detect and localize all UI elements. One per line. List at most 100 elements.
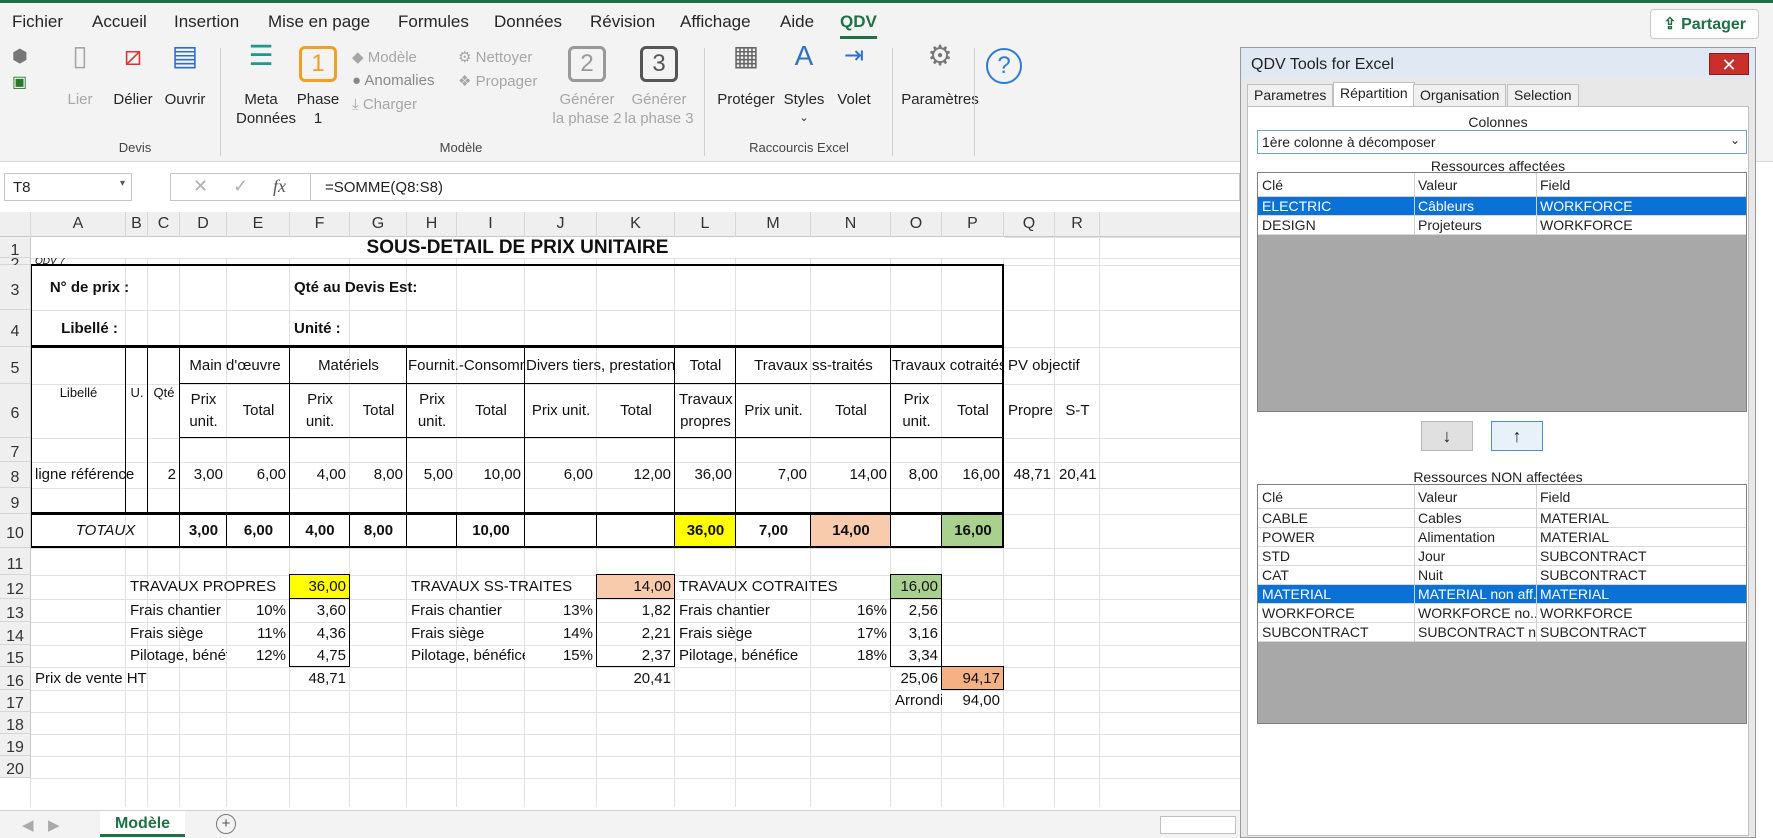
move-up-button[interactable]: ↑ <box>1491 421 1543 451</box>
column-header[interactable]: C <box>148 212 180 237</box>
meta-donnees-button[interactable]: ☰ Meta Données <box>236 42 296 128</box>
column-header[interactable]: H <box>407 212 457 237</box>
column-header[interactable]: F <box>290 212 350 237</box>
row-header[interactable]: 20 <box>0 756 31 778</box>
header-qte[interactable]: Qté <box>148 347 180 438</box>
column-header[interactable]: K <box>597 212 675 237</box>
menu-aide[interactable]: Aide <box>780 12 814 32</box>
menu-formules[interactable]: Formules <box>398 12 469 32</box>
cell-g[interactable]: 8,00 <box>350 462 407 488</box>
cell-m[interactable]: 7,00 <box>736 462 811 488</box>
cell-p[interactable]: 16,00 <box>942 462 1004 488</box>
table-row[interactable]: DESIGN Projeteurs WORKFORCE <box>1258 216 1746 235</box>
header-propre[interactable]: Propre <box>1004 384 1055 438</box>
row-header[interactable]: 5 <box>0 347 31 384</box>
menu-revision[interactable]: Révision <box>590 12 655 32</box>
header-fournitures[interactable]: Fournit.-Consomm <box>407 347 525 384</box>
next-sheet-icon[interactable]: ▶ <box>48 816 60 834</box>
tp-fs-pct[interactable]: 11% <box>227 622 290 645</box>
column-select[interactable]: 1ère colonne à décomposer ⌄ <box>1257 130 1747 154</box>
column-header[interactable]: I <box>457 212 525 237</box>
row-header[interactable]: 3 <box>0 265 31 310</box>
tp-fc-pct[interactable]: 10% <box>227 599 290 622</box>
totaux-label[interactable]: TOTAUX <box>31 514 180 548</box>
header-total-col[interactable]: Total <box>811 384 891 438</box>
row-header[interactable]: 18 <box>0 712 31 734</box>
st-pb-value[interactable]: 2,37 <box>597 645 675 667</box>
header-total-col[interactable]: Total <box>227 384 290 438</box>
tp-fc-label[interactable]: Frais chantier <box>126 599 227 622</box>
tp-fc-value[interactable]: 3,60 <box>290 599 350 622</box>
row-header[interactable]: 10 <box>0 514 31 548</box>
totaux-m[interactable]: 7,00 <box>736 514 811 548</box>
table-row[interactable]: MATERIAL MATERIAL non aff... MATERIAL <box>1258 585 1746 604</box>
column-header[interactable]: L <box>675 212 736 237</box>
formula-input[interactable]: =SOMME(Q8:S8) <box>310 173 1240 201</box>
n-prix-label[interactable]: N° de prix : <box>31 265 148 310</box>
prev-sheet-icon[interactable]: ◀ <box>22 816 34 834</box>
header-main-oeuvre[interactable]: Main d'œuvre <box>180 347 290 384</box>
cell-d[interactable]: 3,00 <box>180 462 227 488</box>
totaux-l[interactable]: 36,00 <box>675 514 736 548</box>
totaux-d[interactable]: 3,00 <box>180 514 227 548</box>
charger-button[interactable]: ⤓ Charger <box>352 96 417 113</box>
tc-fs-pct[interactable]: 17% <box>811 622 891 645</box>
row-header[interactable]: 17 <box>0 690 31 712</box>
table-row[interactable]: CAT Nuit SUBCONTRACT <box>1258 566 1746 585</box>
phase1-button[interactable]: 1 Phase 1 <box>296 46 340 128</box>
header-total-col[interactable]: Total <box>457 384 525 438</box>
tc-fc-value[interactable]: 2,56 <box>891 599 942 622</box>
st-fs-value[interactable]: 2,21 <box>597 622 675 645</box>
column-header[interactable]: R <box>1055 212 1100 237</box>
tc-fs-label[interactable]: Frais siège <box>675 622 811 645</box>
header-total[interactable]: Total <box>675 347 736 384</box>
volet-button[interactable]: ⇥ Volet <box>832 44 876 109</box>
header-total-col[interactable]: Total <box>597 384 675 438</box>
header-total-col[interactable]: Total <box>350 384 407 438</box>
header-st[interactable]: S-T <box>1055 384 1100 438</box>
menu-insertion[interactable]: Insertion <box>174 12 239 32</box>
header-libelle[interactable]: Libellé <box>31 347 126 438</box>
tab-organisation[interactable]: Organisation <box>1413 84 1507 106</box>
row-header[interactable]: 4 <box>0 310 31 347</box>
row-header[interactable]: 15 <box>0 645 31 667</box>
row-header[interactable]: 14 <box>0 622 31 645</box>
parametres-button[interactable]: ⚙ Paramètres <box>900 42 980 109</box>
st-fc-label[interactable]: Frais chantier <box>407 599 525 622</box>
arrondi-label[interactable]: Arrondi <box>891 690 942 712</box>
row-header[interactable]: 8 <box>0 462 31 488</box>
tp-fs-label[interactable]: Frais siège <box>126 622 227 645</box>
tc-fs-value[interactable]: 3,16 <box>891 622 942 645</box>
row-header[interactable]: 11 <box>0 548 31 575</box>
cell-i[interactable]: 10,00 <box>457 462 525 488</box>
column-header[interactable]: P <box>942 212 1004 237</box>
table-row[interactable]: CABLE Cables MATERIAL <box>1258 509 1746 528</box>
cell-j[interactable]: 6,00 <box>525 462 597 488</box>
qte-devis-label[interactable]: Qté au Devis Est: <box>290 265 457 310</box>
column-header[interactable]: D <box>180 212 227 237</box>
tc-title[interactable]: TRAVAUX COTRAITES <box>675 575 891 599</box>
tc-pb-pct[interactable]: 18% <box>811 645 891 667</box>
pv-label[interactable]: Prix de vente HT <box>31 667 180 690</box>
header-total-col[interactable]: Total <box>942 384 1004 438</box>
header-cotraites[interactable]: Travaux cotraités <box>891 347 1004 384</box>
cell-q[interactable]: 48,71 <box>1004 462 1055 488</box>
st-fc-value[interactable]: 1,82 <box>597 599 675 622</box>
totaux-e[interactable]: 6,00 <box>227 514 290 548</box>
table-row[interactable]: ELECTRIC Câbleurs WORKFORCE <box>1258 197 1746 216</box>
totaux-i[interactable]: 10,00 <box>457 514 525 548</box>
row-header[interactable]: 13 <box>0 599 31 622</box>
proteger-button[interactable]: ▦ Protéger <box>714 42 778 109</box>
column-header[interactable]: J <box>525 212 597 237</box>
st-fs-label[interactable]: Frais siège <box>407 622 525 645</box>
lier-button[interactable]: ▯ Lier <box>60 42 100 109</box>
generer-phase3-button[interactable]: 3 Générer la phase 3 <box>622 46 696 128</box>
tp-fs-value[interactable]: 4,36 <box>290 622 350 645</box>
move-down-button[interactable]: ↓ <box>1421 421 1473 451</box>
row-header[interactable]: 19 <box>0 734 31 756</box>
header-prix-unit[interactable]: Prix unit. <box>525 384 597 438</box>
menu-fichier[interactable]: Fichier <box>12 12 63 32</box>
tc-fc-label[interactable]: Frais chantier <box>675 599 811 622</box>
tc-pv-value[interactable]: 25,06 <box>891 667 942 690</box>
column-header[interactable]: N <box>811 212 891 237</box>
